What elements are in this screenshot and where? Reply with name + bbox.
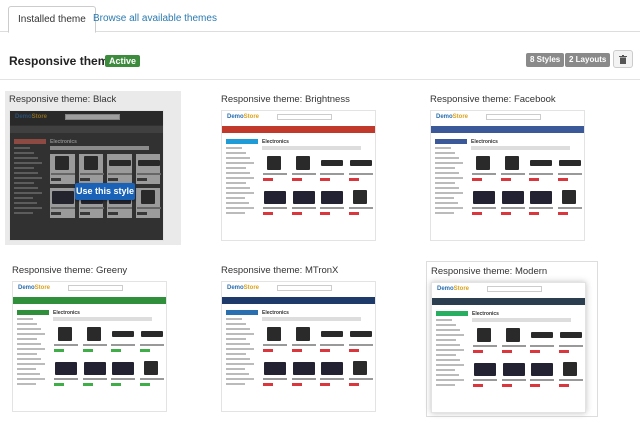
theme-preview-thumbnail[interactable]: DemoStore Electronics Use this style: [9, 110, 164, 241]
theme-card-label: Responsive theme: Greeny: [12, 265, 128, 276]
trash-icon: [619, 54, 627, 64]
theme-preview-thumbnail[interactable]: DemoStore Electronics: [430, 110, 585, 241]
page-title: Responsive theme: [9, 54, 116, 68]
theme-card-label: Responsive theme: Brightness: [221, 94, 350, 105]
layouts-count-badge[interactable]: 2 Layouts: [565, 53, 611, 67]
thumb-logo: Demo: [227, 114, 244, 120]
theme-tabs: Installed theme Browse all available the…: [0, 0, 640, 33]
hover-overlay: [10, 111, 163, 240]
theme-preview-thumbnail[interactable]: DemoStore Electronics: [221, 110, 376, 241]
theme-card-label: Responsive theme: Black: [9, 94, 117, 105]
tab-browse-themes[interactable]: Browse all available themes: [84, 6, 226, 33]
theme-header: Responsive theme Active 8 Styles 2 Layou…: [0, 44, 640, 80]
theme-card[interactable]: Responsive theme: Facebook DemoStore Elect…: [430, 93, 600, 241]
status-badge: Active: [105, 55, 141, 67]
theme-preview-thumbnail[interactable]: DemoStore Electronics: [221, 281, 376, 412]
thumb-logo: Demo: [227, 285, 244, 291]
thumb-logo: Demo: [437, 286, 454, 292]
thumb-logo: Demo: [436, 114, 453, 120]
theme-card[interactable]: Responsive theme: MTronX DemoStore Electro…: [221, 264, 391, 412]
use-this-style-button[interactable]: Use this style: [75, 183, 135, 200]
theme-preview-thumbnail[interactable]: DemoStore Electronics: [12, 281, 167, 412]
delete-theme-button[interactable]: [613, 50, 633, 68]
theme-card-label: Responsive theme: MTronX: [221, 265, 339, 276]
styles-count-badge[interactable]: 8 Styles: [526, 53, 565, 67]
theme-card[interactable]: Responsive theme: Greeny DemoStore Electro…: [12, 264, 182, 412]
tab-installed-theme[interactable]: Installed theme: [8, 6, 96, 33]
theme-card[interactable]: Responsive theme: Modern DemoStore Electro…: [426, 261, 598, 417]
theme-card[interactable]: Responsive theme: Brightness DemoStore Ele…: [221, 93, 391, 241]
theme-card[interactable]: Responsive theme: Black DemoStore Electron…: [5, 91, 181, 245]
theme-card-label: Responsive theme: Facebook: [430, 94, 556, 105]
theme-card-label: Responsive theme: Modern: [431, 266, 548, 277]
theme-preview-thumbnail[interactable]: DemoStore Electronics: [431, 282, 586, 413]
thumb-logo: Demo: [18, 285, 35, 291]
